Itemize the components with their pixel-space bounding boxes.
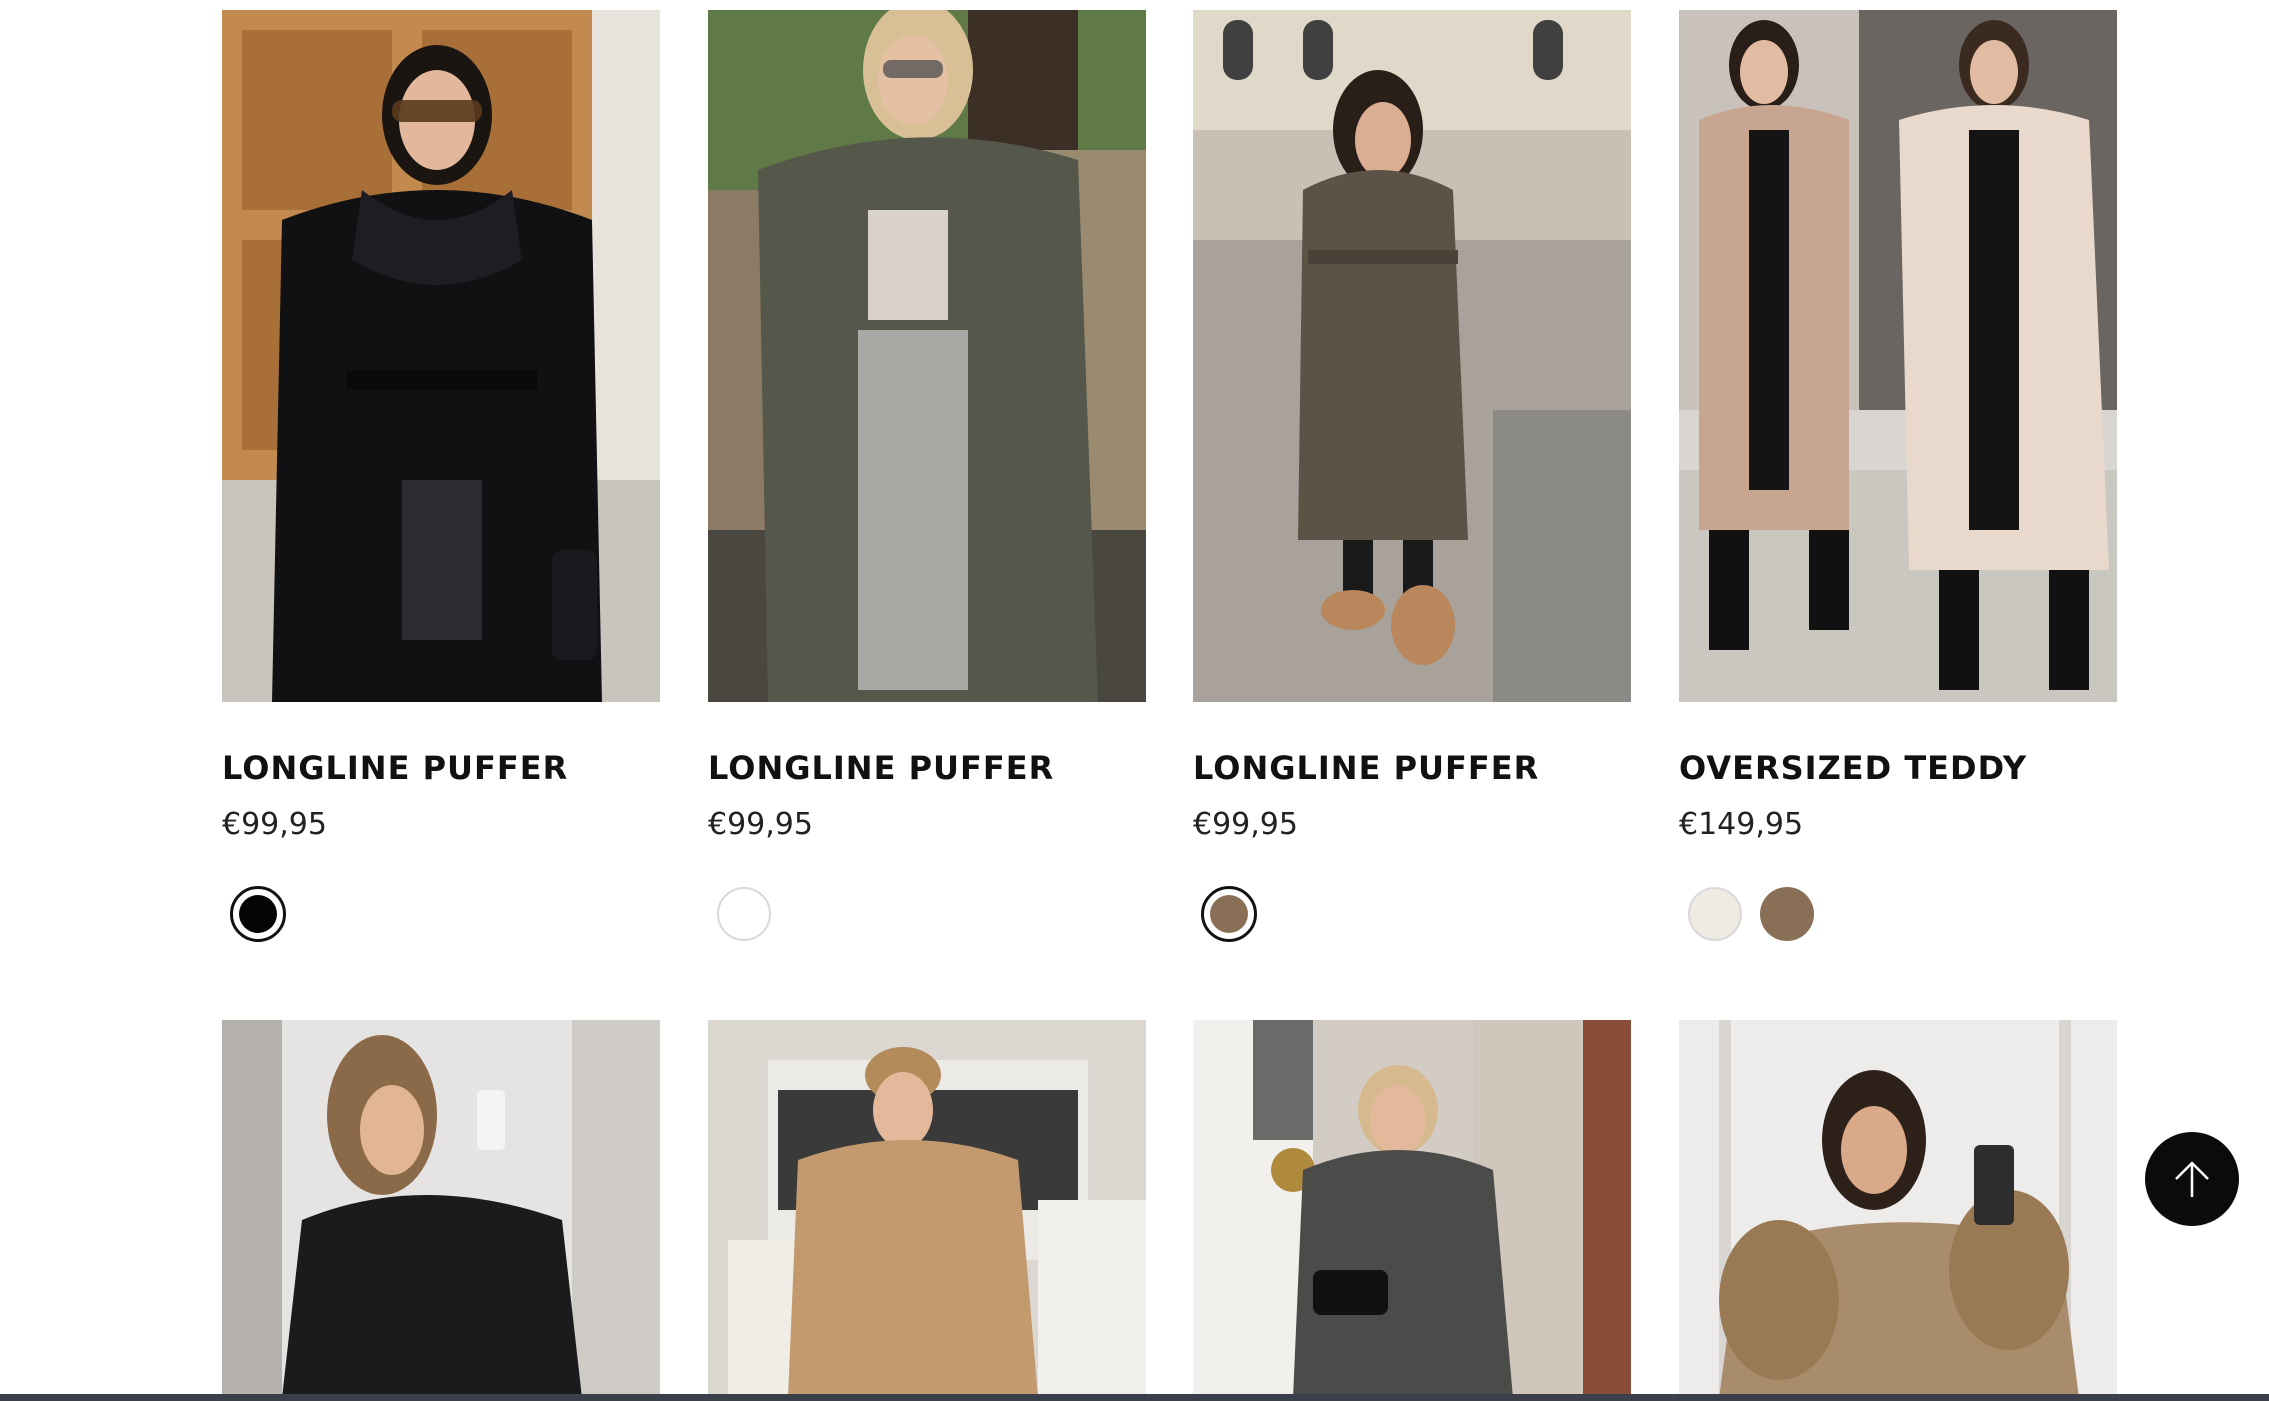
product-image[interactable] [1679,10,2117,702]
arrow-up-icon [2175,1161,2209,1197]
color-swatches [222,886,660,942]
product-name[interactable]: LONGLINE PUFFER [1193,748,1631,788]
product-name[interactable]: OVERSIZED TEDDY [1679,748,2117,788]
swatch-dot [1688,887,1742,941]
product-grid-page: LONGLINE PUFFER €99,95 LONGLINE PUFFER €… [0,0,2269,1401]
product-name[interactable]: LONGLINE PUFFER [708,748,1146,788]
product-card[interactable] [222,1020,660,1398]
back-to-top-button[interactable] [2145,1132,2239,1226]
swatch-dot [1210,895,1248,933]
product-card[interactable] [1679,1020,2117,1398]
product-image[interactable] [1679,1020,2117,1398]
product-image[interactable] [708,10,1146,702]
product-price: €99,95 [222,807,327,842]
product-price: €149,95 [1679,807,1804,842]
color-swatches [1679,886,2117,942]
color-swatches [1193,886,1631,942]
product-card[interactable]: LONGLINE PUFFER €99,95 [708,10,1146,942]
product-price: €99,95 [1193,807,1298,842]
color-swatch-brown[interactable] [1201,886,1257,942]
product-card[interactable] [1193,1020,1631,1398]
window-bottom-edge [0,1394,2269,1401]
swatch-dot [717,887,771,941]
product-image[interactable] [1193,10,1631,702]
product-price: €99,95 [708,807,813,842]
color-swatch-cream[interactable] [1687,886,1743,942]
color-swatch-brown[interactable] [1759,886,1815,942]
product-image[interactable] [222,1020,660,1398]
product-name[interactable]: LONGLINE PUFFER [222,748,660,788]
product-card[interactable]: OVERSIZED TEDDY €149,95 [1679,10,2117,942]
swatch-dot [239,895,277,933]
product-card[interactable] [708,1020,1146,1398]
product-card[interactable]: LONGLINE PUFFER €99,95 [222,10,660,942]
color-swatches [708,886,1146,942]
product-card[interactable]: LONGLINE PUFFER €99,95 [1193,10,1631,942]
swatch-dot [1760,887,1814,941]
color-swatch-black[interactable] [230,886,286,942]
color-swatch-white[interactable] [716,886,772,942]
product-image[interactable] [1193,1020,1631,1398]
product-image[interactable] [708,1020,1146,1398]
product-image[interactable] [222,10,660,702]
